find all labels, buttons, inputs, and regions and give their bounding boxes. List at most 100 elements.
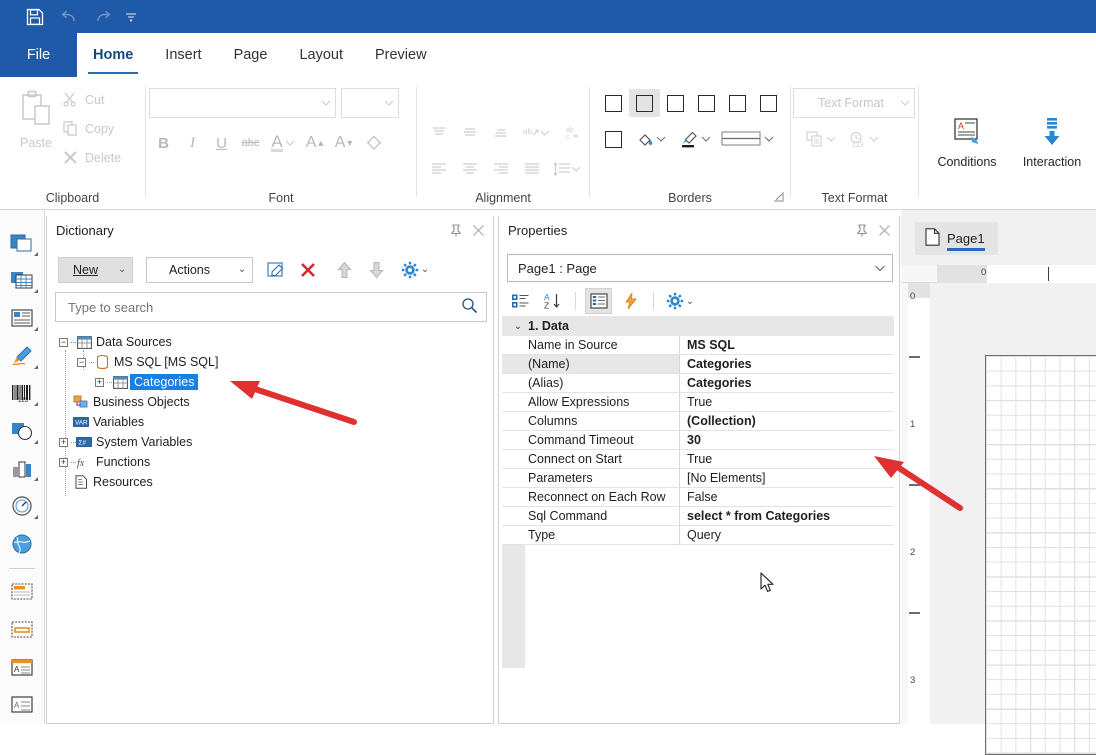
property-value[interactable]: Categories [680, 374, 894, 393]
pen-draw-icon[interactable] [0, 337, 45, 375]
delete-icon[interactable] [295, 257, 321, 283]
border-all-button[interactable] [598, 89, 629, 117]
shape-icon[interactable] [0, 412, 45, 450]
conditions-button[interactable]: A Conditions [923, 118, 1011, 169]
property-row[interactable]: Parameters [No Elements] [502, 469, 894, 488]
border-outline-button[interactable] [598, 125, 629, 153]
valign-middle-button[interactable] [454, 119, 485, 147]
grow-font-button[interactable]: A ▲ [301, 129, 330, 157]
property-row[interactable]: Sql Command select * from Categories [502, 507, 894, 526]
close-icon[interactable] [472, 224, 485, 240]
border-style-button[interactable] [717, 125, 777, 153]
property-value[interactable]: MS SQL [680, 336, 894, 355]
page-header-band-icon[interactable] [0, 611, 45, 649]
align-center-button[interactable] [454, 155, 485, 183]
tree-item-ms-sql[interactable]: − MS SQL [MS SQL] [55, 352, 485, 372]
property-value[interactable]: [No Elements] [680, 469, 894, 488]
align-right-button[interactable] [485, 155, 516, 183]
format-number-button[interactable]: 123 [841, 125, 885, 153]
properties-view-icon[interactable] [585, 288, 612, 314]
tab-layout[interactable]: Layout [283, 33, 359, 77]
property-row[interactable]: Reconnect on Each Row False [502, 488, 894, 507]
paste-button[interactable]: Paste [12, 89, 60, 150]
tab-home[interactable]: Home [77, 33, 149, 77]
property-row[interactable]: Allow Expressions True [502, 393, 894, 412]
tab-preview[interactable]: Preview [359, 33, 443, 77]
edit-icon[interactable] [263, 257, 289, 283]
strikeout-button[interactable]: abc [236, 129, 265, 157]
property-value[interactable]: Query [680, 526, 894, 545]
categorized-view-icon[interactable] [507, 288, 534, 314]
font-name-combo[interactable] [149, 88, 336, 118]
vertical-ruler[interactable]: 0 1 2 3 [901, 283, 930, 724]
valign-top-button[interactable] [423, 119, 454, 147]
data-band-icon[interactable] [0, 262, 45, 300]
new-button[interactable]: New ⌄ [58, 256, 134, 283]
tab-page[interactable]: Page [218, 33, 284, 77]
property-value[interactable]: 30 [680, 431, 894, 450]
property-row[interactable]: Name in Source MS SQL [502, 336, 894, 355]
fill-color-button[interactable] [629, 125, 673, 153]
italic-button[interactable]: I [178, 129, 207, 157]
barcode-icon[interactable]: 123 [0, 375, 45, 413]
chart-icon[interactable] [0, 450, 45, 488]
property-value[interactable]: False [680, 488, 894, 507]
underline-button[interactable]: U [207, 129, 236, 157]
format-custom-button[interactable] [801, 125, 841, 153]
pin-icon[interactable] [450, 224, 462, 240]
tree-item-variables[interactable]: VAR Variables [55, 412, 485, 432]
property-row[interactable]: Columns (Collection) [502, 412, 894, 431]
tree-item-categories[interactable]: + Categories [55, 372, 485, 392]
valign-bottom-button[interactable] [485, 119, 516, 147]
tab-insert[interactable]: Insert [149, 33, 217, 77]
tree-item-system-variables[interactable]: + Σ# System Variables [55, 432, 485, 452]
font-size-combo[interactable] [341, 88, 399, 118]
actions-button[interactable]: Actions ⌄ [146, 256, 254, 283]
report-canvas[interactable] [930, 283, 1096, 755]
save-icon[interactable] [18, 0, 52, 33]
border-color-button[interactable] [673, 125, 717, 153]
arrow-down-icon[interactable] [363, 257, 389, 283]
tree-item-resources[interactable]: Resources [55, 472, 485, 492]
object-selector-combo[interactable]: Page1 : Page [507, 254, 893, 282]
property-row[interactable]: (Alias) Categories [502, 374, 894, 393]
font-color-button[interactable]: A [265, 129, 301, 157]
line-spacing-button[interactable] [547, 155, 587, 183]
property-value[interactable]: Categories [680, 355, 894, 374]
cut-button[interactable]: Cut [63, 92, 104, 107]
borders-dialog-launcher[interactable] [773, 191, 784, 205]
expand-toggle-icon[interactable]: + [95, 377, 104, 387]
redo-icon[interactable] [86, 0, 120, 33]
bold-button[interactable]: B [149, 129, 178, 157]
expand-toggle-icon[interactable]: + [59, 437, 68, 447]
gear-icon[interactable]: ⌄ [663, 288, 697, 314]
align-justify-button[interactable] [516, 155, 547, 183]
text-format-combo[interactable]: Text Format [793, 88, 915, 118]
delete-button[interactable]: Delete [63, 150, 121, 165]
close-icon[interactable] [878, 224, 891, 240]
property-value[interactable]: (Collection) [680, 412, 894, 431]
border-right-button[interactable] [691, 89, 722, 117]
horizontal-ruler[interactable]: 0 [901, 265, 1096, 283]
property-row[interactable]: Type Query [502, 526, 894, 545]
align-left-button[interactable] [423, 155, 454, 183]
map-icon[interactable] [0, 525, 45, 563]
events-lightning-icon[interactable] [617, 288, 644, 314]
pin-icon[interactable] [856, 224, 868, 240]
word-wrap-button[interactable]: ab c [556, 119, 587, 147]
border-bottom-button[interactable] [753, 89, 784, 117]
collapse-toggle-icon[interactable]: − [77, 357, 86, 367]
interaction-button[interactable]: Interaction [1008, 118, 1096, 169]
tree-item-business-objects[interactable]: Business Objects [55, 392, 485, 412]
gauge-icon[interactable] [0, 487, 45, 525]
header-band-icon[interactable]: A [0, 649, 45, 687]
property-row[interactable]: (Name) Categories [502, 355, 894, 374]
property-row[interactable]: Command Timeout 30 [502, 431, 894, 450]
border-left-button[interactable] [660, 89, 691, 117]
customize-quick-access-icon[interactable] [120, 0, 142, 33]
clear-format-button[interactable] [359, 129, 388, 157]
panel-icon[interactable] [0, 224, 45, 262]
cross-tab-icon[interactable] [0, 299, 45, 337]
property-value[interactable]: select * from Categories [680, 507, 894, 526]
sort-alphabetical-icon[interactable]: AZ [539, 288, 566, 314]
